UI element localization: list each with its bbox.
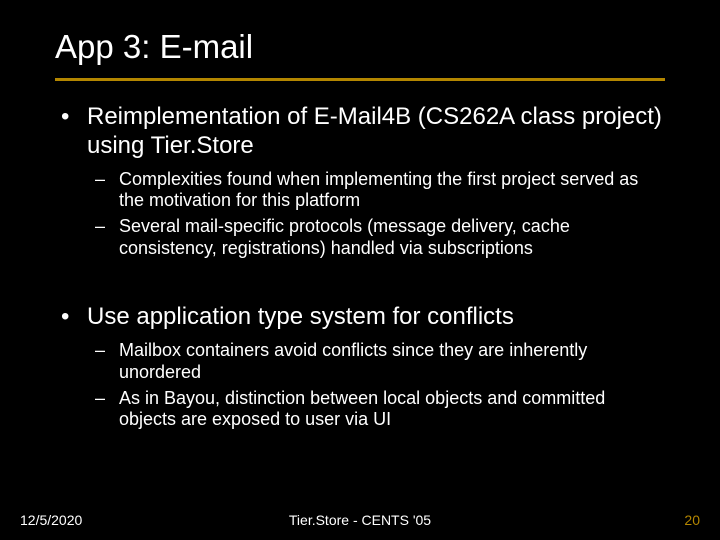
- bullet-level2: Mailbox containers avoid conflicts since…: [55, 340, 665, 384]
- bullet-level2: As in Bayou, distinction between local o…: [55, 388, 665, 432]
- bullet-level1: Reimplementation of E-Mail4B (CS262A cla…: [55, 102, 665, 161]
- footer-page-number: 20: [684, 512, 700, 528]
- spacer: [55, 264, 665, 302]
- title-rule: [55, 78, 665, 81]
- slide: App 3: E-mail Reimplementation of E-Mail…: [0, 0, 720, 540]
- slide-body: Reimplementation of E-Mail4B (CS262A cla…: [55, 102, 665, 435]
- bullet-level2: Complexities found when implementing the…: [55, 169, 665, 213]
- footer-center: Tier.Store - CENTS '05: [0, 512, 720, 528]
- bullet-level2: Several mail-specific protocols (message…: [55, 216, 665, 260]
- bullet-level1: Use application type system for conflict…: [55, 302, 665, 331]
- slide-title: App 3: E-mail: [55, 28, 253, 66]
